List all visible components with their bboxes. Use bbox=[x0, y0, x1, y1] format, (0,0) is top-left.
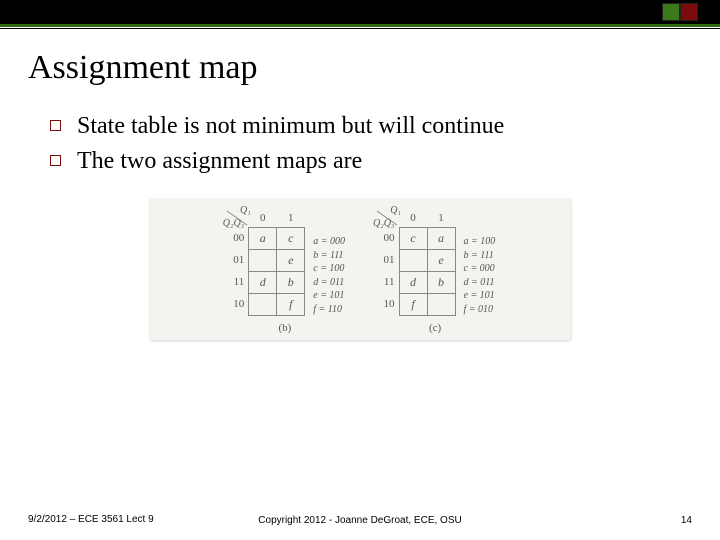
row-var: Q₂Q₃ bbox=[373, 218, 394, 229]
bullet-text: The two assignment maps are bbox=[77, 146, 362, 177]
accent-line bbox=[0, 24, 720, 27]
assignment-list: a = 100 b = 111 c = 000 d = 011 e = 101 … bbox=[464, 235, 496, 316]
bullet-list: State table is not minimum but will cont… bbox=[50, 111, 680, 177]
kmap-c: Q₁ Q₂Q₃ 0 1 00ca 01e 11db 10f a = 100 b … bbox=[375, 209, 495, 334]
bullet-text: State table is not minimum but will cont… bbox=[77, 111, 504, 142]
row-var: Q₂Q₃ bbox=[223, 218, 244, 229]
decoration-square-green bbox=[662, 3, 680, 21]
list-item: State table is not minimum but will cont… bbox=[50, 111, 680, 142]
bullet-icon bbox=[50, 120, 61, 131]
col-var: Q₁ bbox=[240, 205, 251, 216]
list-item: The two assignment maps are bbox=[50, 146, 680, 177]
col-var: Q₁ bbox=[390, 205, 401, 216]
divider-line bbox=[0, 28, 720, 29]
assignment-list: a = 000 b = 111 c = 100 d = 011 e = 101 … bbox=[313, 235, 345, 316]
kmap-table: Q₁ Q₂Q₃ 0 1 00ac 01e 11db 10f bbox=[225, 209, 306, 316]
footer-page-number: 14 bbox=[681, 515, 692, 526]
bullet-icon bbox=[50, 155, 61, 166]
footer-copyright: Copyright 2012 - Joanne DeGroat, ECE, OS… bbox=[0, 515, 720, 526]
kmap-b: Q₁ Q₂Q₃ 0 1 00ac 01e 11db 10f a = 000 b … bbox=[225, 209, 345, 334]
decoration-square-red bbox=[680, 3, 698, 21]
figure-area: Q₁ Q₂Q₃ 0 1 00ac 01e 11db 10f a = 000 b … bbox=[150, 199, 570, 340]
kmap-table: Q₁ Q₂Q₃ 0 1 00ca 01e 11db 10f bbox=[375, 209, 456, 316]
caption: (b) bbox=[278, 322, 291, 334]
title-bar bbox=[0, 0, 720, 24]
page-title: Assignment map bbox=[28, 49, 720, 87]
caption: (c) bbox=[429, 322, 441, 334]
